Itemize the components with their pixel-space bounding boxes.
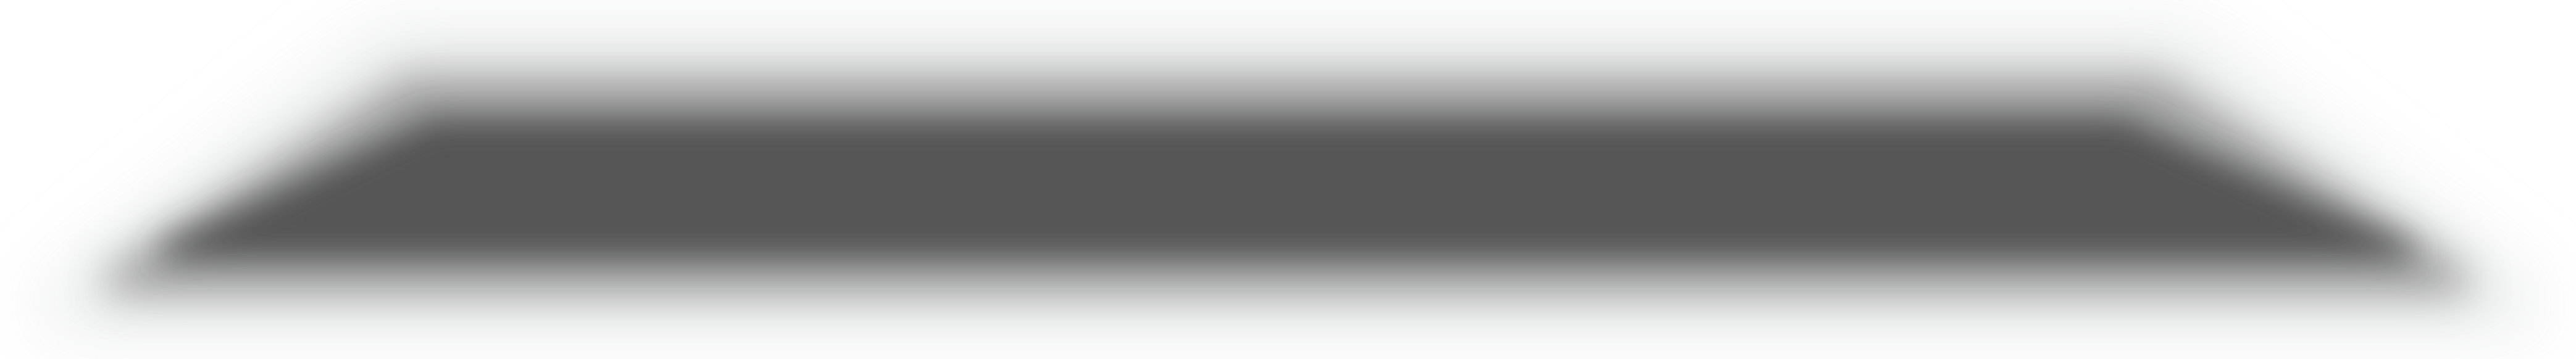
canvas <box>0 0 2576 359</box>
drop-shadow <box>0 0 2576 359</box>
shadow-core <box>161 117 2414 259</box>
shadow-graphic <box>43 25 2538 333</box>
